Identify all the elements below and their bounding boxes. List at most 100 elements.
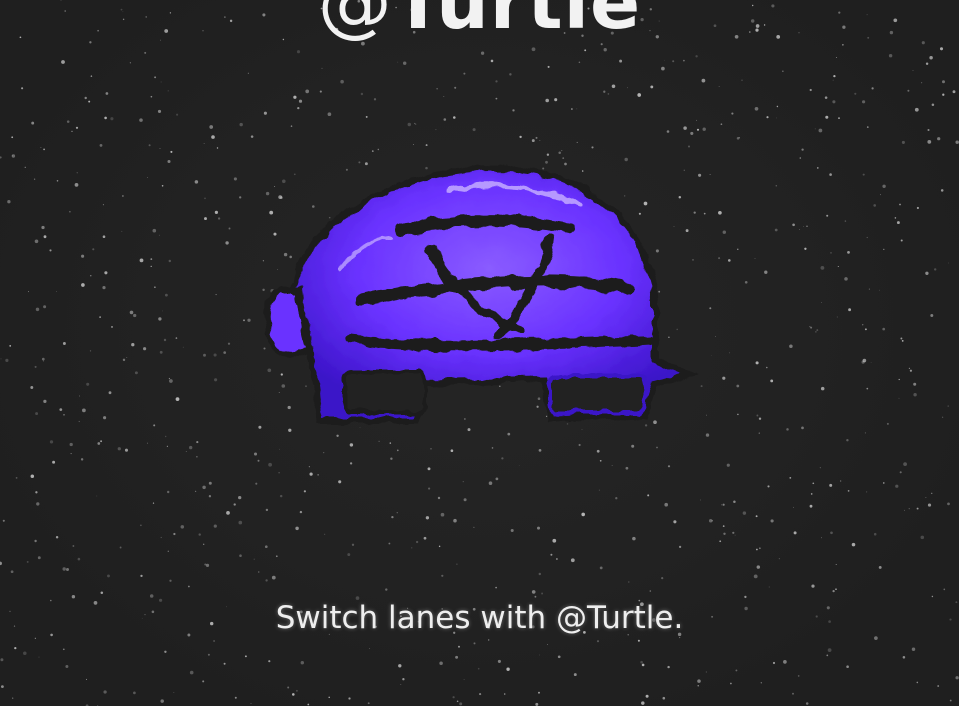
speckle xyxy=(437,496,441,500)
speckle xyxy=(173,532,176,536)
speckle xyxy=(233,177,237,181)
speckle xyxy=(851,542,856,547)
speckle xyxy=(775,184,778,187)
speckle xyxy=(257,459,260,462)
speckle xyxy=(955,140,959,144)
speckle xyxy=(864,328,867,331)
speckle xyxy=(866,491,868,493)
speckle xyxy=(838,117,840,119)
speckle xyxy=(816,329,819,332)
speckle xyxy=(792,692,794,695)
speckle xyxy=(390,457,393,460)
speckle xyxy=(185,450,187,453)
speckle xyxy=(307,703,310,706)
speckle xyxy=(832,589,835,593)
speckle xyxy=(895,484,899,488)
speckle xyxy=(581,512,586,517)
speckle xyxy=(144,51,147,54)
speckle xyxy=(214,210,218,214)
speckle xyxy=(832,79,834,81)
speckle xyxy=(176,113,179,116)
speckle xyxy=(925,271,929,275)
speckle xyxy=(937,685,940,687)
speckle xyxy=(846,438,849,442)
speckle xyxy=(62,342,66,345)
speckle xyxy=(296,50,301,54)
speckle xyxy=(768,586,770,588)
speckle xyxy=(506,667,510,671)
speckle xyxy=(666,130,670,133)
speckle xyxy=(914,107,919,112)
speckle xyxy=(825,115,829,119)
speckle xyxy=(714,336,716,337)
speckle xyxy=(77,557,81,561)
speckle xyxy=(407,122,412,127)
speckle xyxy=(903,462,907,466)
speckle xyxy=(455,655,459,659)
turtle-icon xyxy=(263,164,699,423)
speckle xyxy=(916,206,919,210)
speckle xyxy=(797,675,800,677)
speckle xyxy=(211,135,215,139)
speckle xyxy=(809,88,812,92)
speckle xyxy=(253,452,258,456)
speckle xyxy=(15,477,18,479)
speckle xyxy=(758,432,760,434)
speckle xyxy=(835,56,837,58)
speckle xyxy=(347,553,351,557)
speckle xyxy=(472,128,476,132)
brand-at-symbol: @ xyxy=(317,0,393,46)
speckle xyxy=(225,241,229,245)
speckle xyxy=(34,239,39,244)
speckle xyxy=(596,449,600,453)
speckle xyxy=(216,147,219,149)
speckle xyxy=(755,361,759,365)
speckle xyxy=(159,350,163,354)
speckle xyxy=(0,658,4,662)
speckle xyxy=(819,467,821,469)
speckle xyxy=(598,489,600,491)
speckle xyxy=(121,230,123,232)
speckle xyxy=(74,183,79,187)
speckle xyxy=(140,574,143,578)
speckle xyxy=(628,581,630,583)
speckle xyxy=(75,126,79,129)
speckle xyxy=(427,467,431,471)
speckle xyxy=(119,546,122,549)
speckle xyxy=(292,693,295,696)
speckle xyxy=(309,472,313,476)
speckle xyxy=(35,412,39,416)
speckle xyxy=(664,59,665,61)
speckle xyxy=(62,567,66,571)
speckle xyxy=(697,685,699,687)
speckle xyxy=(35,491,38,494)
speckle xyxy=(732,531,735,534)
speckle xyxy=(737,413,739,416)
speckle xyxy=(152,228,157,233)
speckle xyxy=(801,148,804,151)
speckle xyxy=(848,308,852,312)
speckle xyxy=(545,98,549,103)
speckle xyxy=(167,550,169,552)
speckle xyxy=(908,508,910,510)
speckle xyxy=(734,534,736,536)
speckle xyxy=(373,98,377,101)
speckle xyxy=(882,327,886,331)
speckle xyxy=(645,694,649,698)
speckle xyxy=(695,55,698,58)
speckle xyxy=(729,352,730,354)
speckle xyxy=(882,184,886,188)
speckle xyxy=(719,540,722,543)
speckle xyxy=(829,173,832,176)
speckle xyxy=(49,249,52,252)
speckle xyxy=(96,495,98,497)
speckle xyxy=(31,121,35,125)
speckle xyxy=(11,136,14,139)
speckle xyxy=(862,324,864,326)
speckle xyxy=(931,595,934,598)
speckle xyxy=(947,502,950,506)
speckle xyxy=(925,496,927,498)
speckle xyxy=(909,369,913,372)
speckle xyxy=(782,70,784,72)
speckle xyxy=(840,480,842,482)
